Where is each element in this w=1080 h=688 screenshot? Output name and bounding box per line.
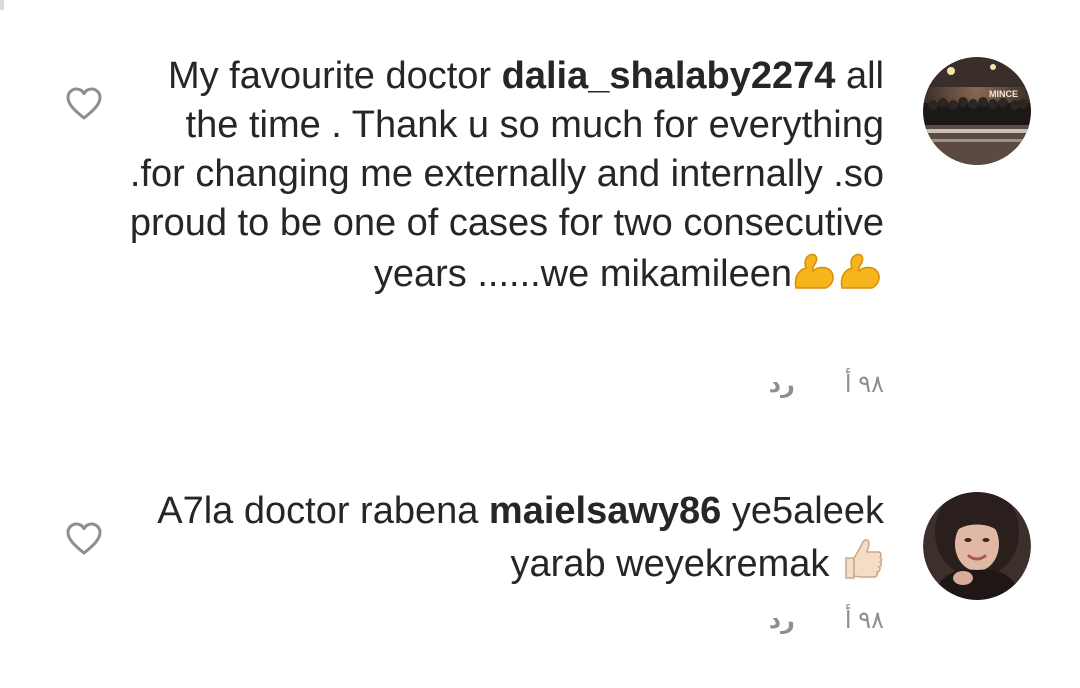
reply-button[interactable]: رد [769,370,795,399]
comment-time: ٩٨ أ [844,607,884,634]
heart-outline-icon[interactable] [66,522,102,556]
scroll-edge-mark [0,0,4,10]
comment-username[interactable]: dalia_shalaby2274 [502,55,836,97]
heart-outline-icon[interactable] [66,87,102,121]
comment-text-before: A7la doctor rabena [157,490,489,532]
comment-meta: ٩٨ أ رد [769,606,884,635]
group-photo-avatar[interactable]: MINCE [923,57,1031,165]
comment-text-before: My favourite doctor [167,55,502,97]
flexed-biceps-icon [792,248,884,305]
reply-button[interactable]: رد [769,606,795,635]
svg-text:MINCE: MINCE [989,89,1018,99]
comment-username[interactable]: maielsawy86 [489,490,721,532]
comments-screen: My favourite doctor dalia_shalaby2274 al… [0,0,1080,688]
comment-text: A7la doctor rabena maielsawy86 ye5aleek … [124,487,884,595]
comment-time: ٩٨ أ [844,371,884,398]
woman-portrait-avatar[interactable] [923,492,1031,600]
comment-meta: ٩٨ أ رد [769,370,884,399]
thumbs-up-icon [840,536,884,595]
comment-text: My favourite doctor dalia_shalaby2274 al… [124,52,884,305]
